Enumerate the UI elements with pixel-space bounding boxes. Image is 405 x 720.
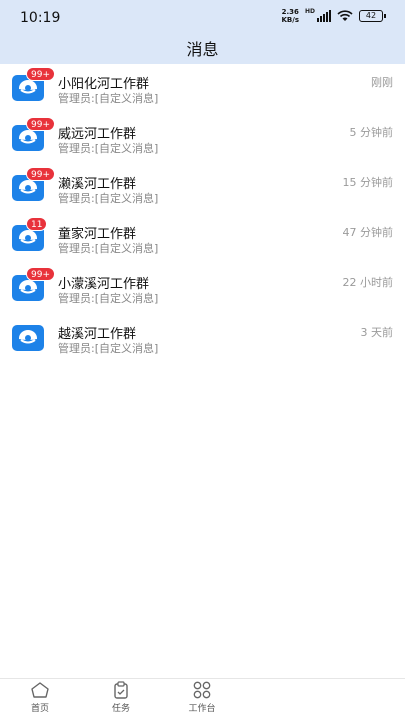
group-chat-icon <box>12 325 44 351</box>
conversation-time: 5 分钟前 <box>349 126 394 139</box>
unread-badge: 99+ <box>26 67 55 81</box>
conversation-time: 47 分钟前 <box>342 226 394 239</box>
network-speed-value: 2.36 <box>281 8 299 16</box>
conversation-time: 22 小时前 <box>342 276 394 289</box>
unread-badge: 11 <box>26 217 48 231</box>
conversation-time: 3 天前 <box>360 326 394 339</box>
conversation-row[interactable]: 99+ 小濛溪河工作群 管理员:[自定义消息] 22 小时前 <box>0 264 405 314</box>
wifi-icon <box>337 10 353 21</box>
grid-icon <box>193 681 211 699</box>
signal-icon <box>317 10 331 22</box>
tab-tasks-label: 任务 <box>111 704 130 714</box>
conversation-row[interactable]: 越溪河工作群 管理员:[自定义消息] 3 天前 <box>0 314 405 364</box>
conversation-preview: 管理员:[自定义消息] <box>58 242 159 255</box>
conversation-time: 15 分钟前 <box>342 176 394 189</box>
network-type: HD <box>304 8 315 15</box>
conversation-row[interactable]: 11 童家河工作群 管理员:[自定义消息] 47 分钟前 <box>0 214 405 264</box>
status-bar: 10:19 2.36 KB/s HD 42 <box>0 0 405 36</box>
status-time: 10:19 <box>20 10 61 26</box>
clipboard-icon <box>114 681 128 699</box>
conversation-row[interactable]: 99+ 威远河工作群 管理员:[自定义消息] 5 分钟前 <box>0 114 405 164</box>
tab-home-label: 首页 <box>30 704 49 714</box>
conversation-preview: 管理员:[自定义消息] <box>58 192 159 205</box>
battery-icon: 42 <box>359 10 386 22</box>
conversation-preview: 管理员:[自定义消息] <box>58 342 159 355</box>
tab-home[interactable]: 首页 <box>10 681 70 714</box>
conversation-preview: 管理员:[自定义消息] <box>58 292 159 305</box>
conversation-preview: 管理员:[自定义消息] <box>58 142 159 155</box>
bottom-tab-bar: 首页 任务 工作台 <box>0 678 405 720</box>
home-icon <box>31 682 49 698</box>
conversation-row[interactable]: 99+ 濑溪河工作群 管理员:[自定义消息] 15 分钟前 <box>0 164 405 214</box>
page-title: 消息 <box>186 40 219 59</box>
conversation-list: 99+ 小阳化河工作群 管理员:[自定义消息] 刚刚 99+ 威远河工作群 管理… <box>0 64 405 364</box>
unread-badge: 99+ <box>26 167 55 181</box>
app-header: 10:19 2.36 KB/s HD 42 消息 <box>0 0 405 64</box>
tab-workbench-label: 工作台 <box>188 704 216 714</box>
tab-tasks[interactable]: 任务 <box>91 681 151 714</box>
status-indicators: 2.36 KB/s HD 42 <box>282 8 386 24</box>
unread-badge: 99+ <box>26 267 55 281</box>
tab-workbench[interactable]: 工作台 <box>172 681 232 714</box>
unread-badge: 99+ <box>26 117 55 131</box>
network-speed: 2.36 KB/s <box>282 8 299 24</box>
conversation-preview: 管理员:[自定义消息] <box>58 92 159 105</box>
conversation-row[interactable]: 99+ 小阳化河工作群 管理员:[自定义消息] 刚刚 <box>0 64 405 114</box>
conversation-time: 刚刚 <box>371 76 393 89</box>
network-speed-unit: KB/s <box>281 16 299 24</box>
